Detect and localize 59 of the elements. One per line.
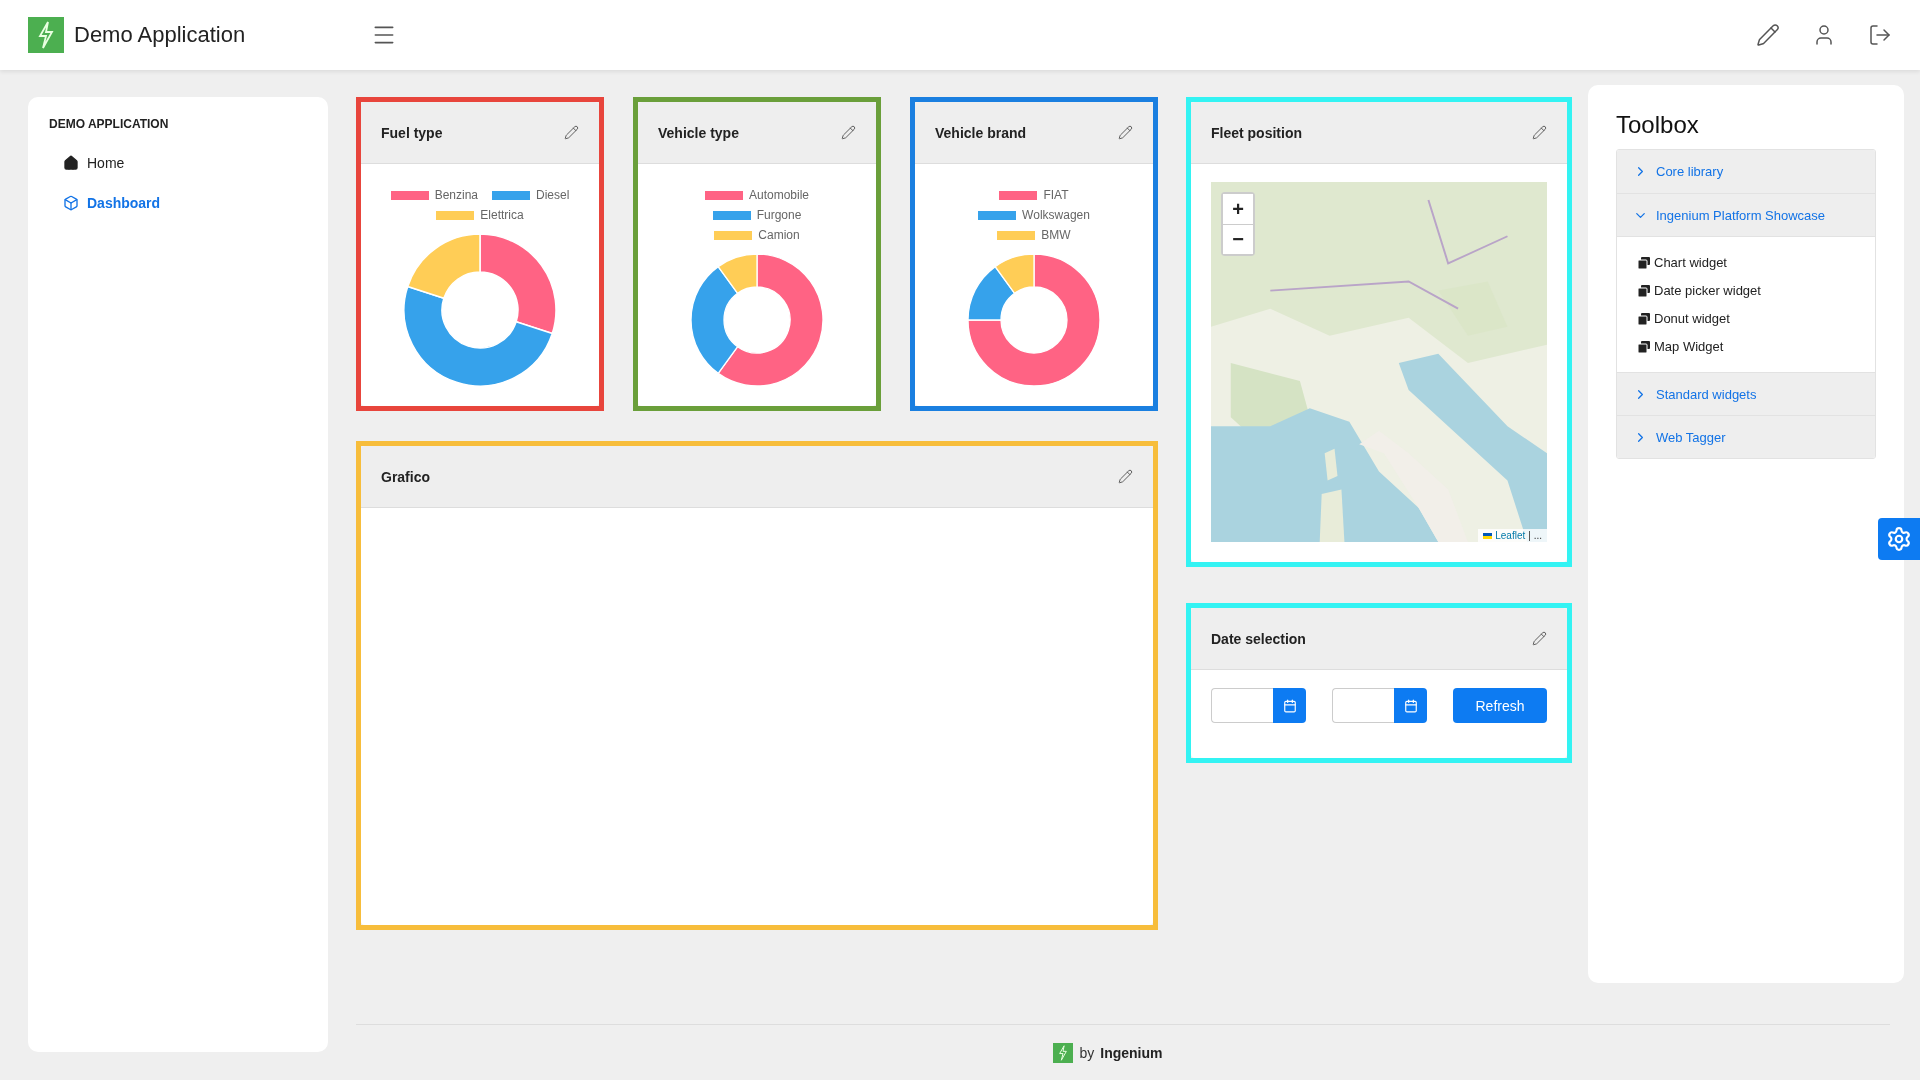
logo-icon: [28, 17, 64, 53]
date-field[interactable]: [1332, 688, 1394, 723]
widget-title: Date selection: [1211, 630, 1306, 647]
legend-label: Furgone: [756, 208, 802, 222]
accordion-header[interactable]: Ingenium Platform Showcase: [1617, 193, 1875, 236]
cube-icon: [63, 195, 79, 211]
home-icon: [63, 155, 79, 171]
zoom-out-button[interactable]: −: [1223, 224, 1253, 254]
sidebar-item[interactable]: Home: [49, 143, 328, 183]
windows-icon: [1637, 311, 1651, 326]
legend-label: Diesel: [536, 188, 570, 202]
edit-icon[interactable]: [564, 125, 579, 140]
edit-icon[interactable]: [1118, 469, 1133, 484]
edit-icon[interactable]: [841, 125, 856, 140]
windows-icon: [1637, 255, 1651, 270]
toolbox-item[interactable]: Map Widget: [1637, 339, 1855, 354]
toolbox-item[interactable]: Chart widget: [1637, 255, 1855, 270]
flag-icon: [1483, 532, 1493, 539]
refresh-button[interactable]: Refresh: [1453, 688, 1547, 723]
app-title: Demo Application: [74, 22, 246, 48]
legend-label: Automobile: [748, 188, 809, 202]
legend-label: Benzina: [434, 188, 478, 202]
legend-label: Wolkswagen: [1022, 208, 1090, 222]
legend-label: BMW: [1041, 228, 1071, 242]
edit-icon[interactable]: [1532, 125, 1547, 140]
edit-icon[interactable]: [1532, 631, 1547, 646]
legend-label: Elettrica: [480, 208, 524, 222]
date-field[interactable]: [1211, 688, 1273, 723]
widget-title: Vehicle type: [658, 124, 739, 141]
edit-icon[interactable]: [1118, 125, 1133, 140]
toolbox-title: Toolbox: [1616, 111, 1700, 139]
attribution-link[interactable]: Leaflet: [1495, 530, 1526, 541]
logo-icon: [1053, 1042, 1074, 1063]
accordion-header[interactable]: Web Tagger: [1617, 415, 1875, 458]
footer-text: by: [1079, 1044, 1095, 1061]
settings-button[interactable]: [1878, 518, 1920, 560]
calendar-button[interactable]: [1273, 688, 1306, 723]
calendar-button[interactable]: [1394, 688, 1427, 723]
calendar-icon: [1282, 698, 1297, 713]
windows-icon: [1637, 283, 1651, 298]
attribution-text: | ...: [1528, 530, 1542, 541]
sidebar-item[interactable]: Dashboard: [49, 183, 328, 223]
legend-label: Camion: [758, 228, 800, 242]
widget-title: Fuel type: [381, 124, 443, 141]
widget-title: Vehicle brand: [935, 124, 1027, 141]
accordion-header[interactable]: Core library: [1617, 150, 1875, 193]
logout-icon[interactable]: [1868, 23, 1892, 47]
widget-title: Grafico: [381, 468, 430, 485]
accordion-header[interactable]: Standard widgets: [1617, 372, 1875, 415]
footer-brand: Ingenium: [1100, 1044, 1163, 1061]
settings-icon: [1886, 526, 1912, 552]
widget-title: Fleet position: [1211, 124, 1302, 141]
windows-icon: [1637, 339, 1651, 354]
toolbox-item[interactable]: Donut widget: [1637, 311, 1855, 326]
legend-label: FIAT: [1043, 188, 1069, 202]
toolbox-item[interactable]: Date picker widget: [1637, 283, 1855, 298]
sidebar-title: DEMO APPLICATION: [49, 117, 170, 131]
edit-icon[interactable]: [1756, 23, 1780, 47]
calendar-icon: [1403, 698, 1418, 713]
